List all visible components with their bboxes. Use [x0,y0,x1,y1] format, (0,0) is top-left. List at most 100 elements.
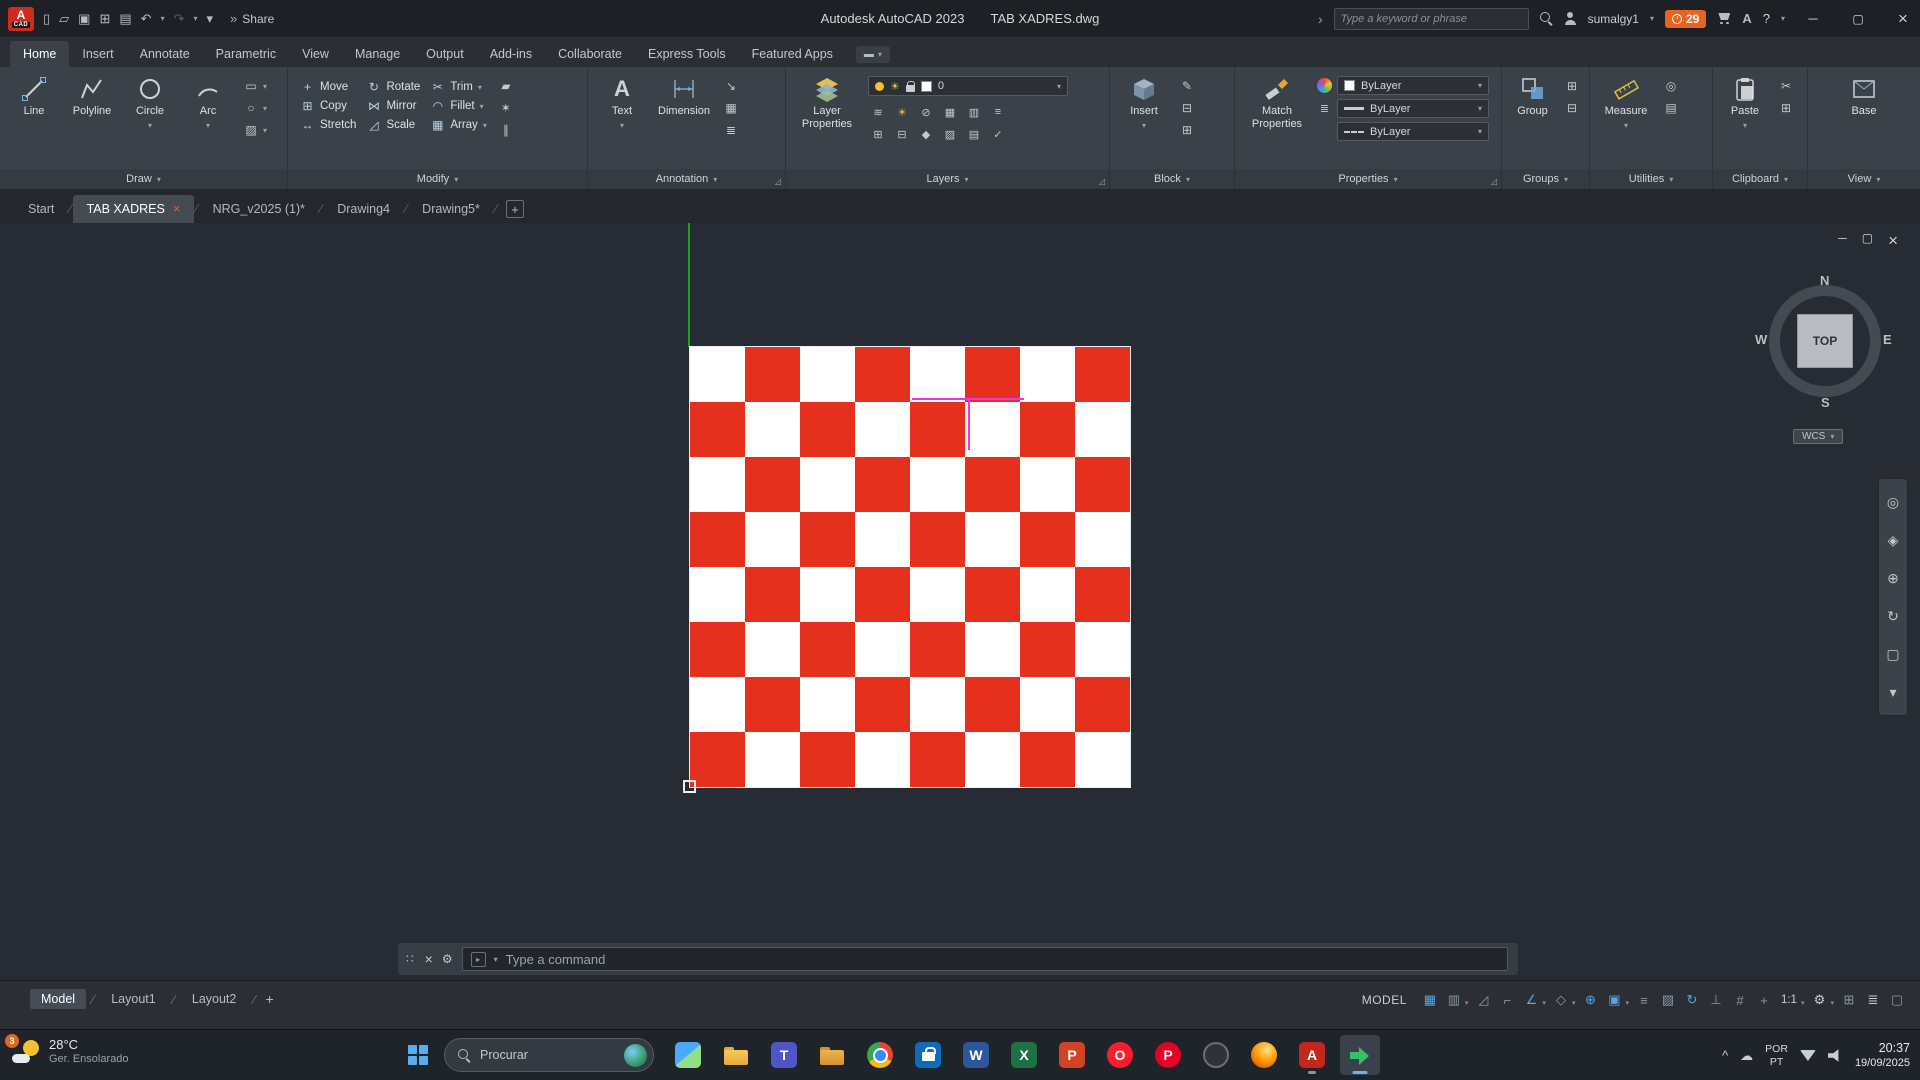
ribbon-tab-insert[interactable]: Insert [69,41,126,67]
groups-tool-icon-2[interactable]: ⊟ [1563,100,1581,116]
utilities-tool-icon-2[interactable]: ▤ [1662,100,1680,116]
workspace-switching-control-menu[interactable]: ▾ [1830,999,1834,1007]
board-cell[interactable] [745,512,800,567]
autodesk-access-icon[interactable]: A [1742,11,1751,26]
annotation-tool-icon-2[interactable]: ▦ [722,100,740,116]
view-panel-title[interactable]: View [1808,169,1920,189]
board-cell[interactable] [910,677,965,732]
layer-dropdown-chevron-icon[interactable] [1057,82,1061,91]
board-cell[interactable] [745,347,800,402]
steering-options-icon[interactable]: ▢ [1879,635,1907,673]
pinterest-icon[interactable]: P [1148,1035,1188,1075]
fillet-button[interactable]: ◠Fillet [430,99,487,113]
polar-tracking-toggle[interactable]: ∠ [1520,989,1542,1011]
modify-panel-title[interactable]: Modify [288,169,587,189]
ribbon-tab-view[interactable]: View [289,41,342,67]
board-cell[interactable] [745,457,800,512]
board-cell[interactable] [1075,512,1130,567]
board-cell[interactable] [910,402,965,457]
array-menu-chevron-icon[interactable] [483,121,487,130]
fillet-menu-chevron-icon[interactable] [480,102,484,111]
block-tool-icon-3[interactable]: ⊞ [1178,122,1196,138]
measure-button[interactable]: Measure [1596,72,1656,130]
board-cell[interactable] [855,457,910,512]
match-properties-button[interactable]: Match Properties [1241,72,1313,130]
command-bar-grip[interactable] [406,952,416,966]
block-tool-icon-1[interactable]: ✎ [1178,78,1196,94]
board-cell[interactable] [800,622,855,677]
isometric-drafting-toggle-menu[interactable]: ▾ [1572,999,1576,1007]
word-icon[interactable]: W [956,1035,996,1075]
board-cell[interactable] [855,347,910,402]
ribbon-tab-home[interactable]: Home [10,41,69,67]
isometric-drafting-toggle[interactable]: ◇ [1550,989,1572,1011]
weather-widget[interactable]: 3 28°C Ger. Ensolarado [12,1037,129,1067]
ribbon-tab-manage[interactable]: Manage [342,41,413,67]
text-button[interactable]: A Text [594,72,650,130]
navbar-menu-icon[interactable]: ▾ [1879,673,1907,711]
taskbar-search[interactable]: Procurar [444,1038,654,1072]
board-cell[interactable] [910,567,965,622]
compass-west-label[interactable]: W [1755,332,1767,347]
board-cell[interactable] [690,732,745,787]
qat-customize-icon[interactable]: ▾ [207,11,214,27]
board-cell[interactable] [1020,457,1075,512]
share-button[interactable]: Share [230,11,274,26]
annotation-scale-control-menu[interactable]: ▾ [1801,999,1805,1007]
layer-tool-icon-3[interactable]: ⊘ [916,104,936,120]
ribbon-tab-express-tools[interactable]: Express Tools [635,41,739,67]
snap-mode-toggle[interactable]: ▥ [1443,989,1465,1011]
board-cell[interactable] [800,347,855,402]
linetype-chevron-icon[interactable] [1478,127,1482,136]
opera-icon[interactable]: O [1100,1035,1140,1075]
viewport-close-icon[interactable] [1888,231,1898,251]
board-cell[interactable] [1075,567,1130,622]
plot-icon[interactable]: ▤ [119,11,131,27]
board-cell[interactable] [800,732,855,787]
start-button[interactable] [398,1035,438,1075]
ribbon-tab-collaborate[interactable]: Collaborate [545,41,635,67]
layer-tool-icon-12[interactable]: ✓ [988,126,1008,142]
photos-icon[interactable] [1196,1035,1236,1075]
tray-expand-chevron-icon[interactable] [1722,1047,1728,1065]
firefox-icon[interactable] [1244,1035,1284,1075]
redo-menu-icon[interactable]: ▾ [193,14,197,23]
arc-menu-chevron-icon[interactable] [206,121,210,130]
file-tab-drawing5[interactable]: Drawing5* [408,195,494,223]
viewcube-top-face[interactable]: TOP [1797,314,1853,368]
infer-constraints-toggle[interactable]: ◿ [1472,989,1494,1011]
language-indicator[interactable]: POR PT [1765,1043,1788,1067]
user-menu-chevron-icon[interactable] [1650,14,1654,23]
grid-display-toggle[interactable]: ▦ [1419,989,1441,1011]
board-cell[interactable] [855,402,910,457]
board-cell[interactable] [910,622,965,677]
board-cell[interactable] [1020,677,1075,732]
board-cell[interactable] [800,567,855,622]
layers-panel-title[interactable]: Layers ◿ [786,169,1109,189]
zoom-tool-icon[interactable]: ⊕ [1879,559,1907,597]
help-menu-chevron-icon[interactable] [1781,14,1785,23]
new-layout-button[interactable]: + [262,991,278,1007]
insert-button[interactable]: Insert [1116,72,1172,130]
new-file-icon[interactable]: ▯ [43,11,50,27]
clipboard-tool-icon-1[interactable]: ✂ [1777,78,1795,94]
board-cell[interactable] [855,567,910,622]
file-tab-tab-xadres[interactable]: TAB XADRES× [73,195,195,223]
viewport-minimize-icon[interactable] [1838,231,1847,251]
navigation-wheel-icon[interactable]: ◎ [1879,483,1907,521]
layer-properties-button[interactable]: Layer Properties [792,72,862,130]
chrome-icon[interactable] [860,1035,900,1075]
annotation-monitor-toggle[interactable]: ⊞ [1838,989,1860,1011]
board-cell[interactable] [745,677,800,732]
object-snap-toggle-menu[interactable]: ▾ [1625,999,1629,1007]
workspace-switching-control[interactable]: ⚙ [1808,989,1830,1011]
board-cell[interactable] [910,512,965,567]
viewcube[interactable]: N S W E TOP WCS [1757,273,1893,459]
keyword-search-input[interactable] [1334,8,1529,30]
dialog-launcher-icon[interactable]: ◿ [1491,177,1497,186]
lineweight-toggle[interactable]: ≡ [1633,989,1655,1011]
base-button[interactable]: Base [1836,72,1892,118]
compass-east-label[interactable]: E [1883,332,1892,347]
block-tool-icon-2[interactable]: ⊟ [1178,100,1196,116]
polar-tracking-toggle-menu[interactable]: ▾ [1542,999,1546,1007]
